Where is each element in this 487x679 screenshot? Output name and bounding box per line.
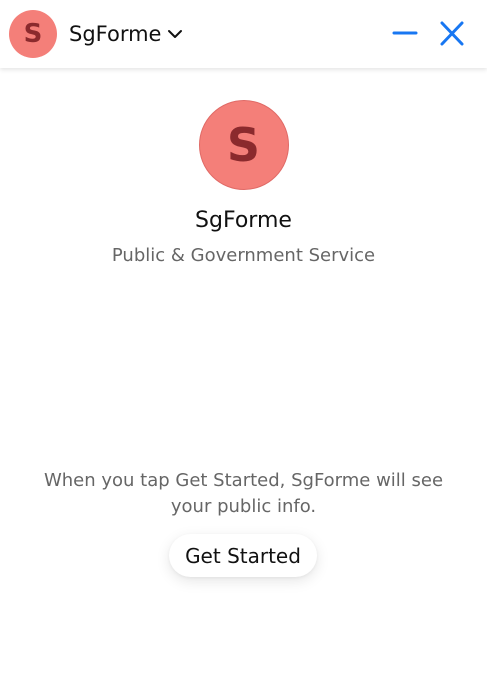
page-avatar[interactable]: S <box>9 10 57 58</box>
messenger-chat-window: S SgForme S SgForme Public & Government … <box>0 0 487 679</box>
minimize-button[interactable] <box>389 18 421 50</box>
page-title: SgForme <box>69 22 162 46</box>
page-name: SgForme <box>195 208 292 233</box>
page-category: Public & Government Service <box>111 245 376 266</box>
minus-icon <box>389 31 421 54</box>
chat-header: S SgForme <box>0 0 487 68</box>
close-button[interactable] <box>436 18 468 50</box>
get-started-button[interactable]: Get Started <box>169 534 317 577</box>
chevron-down-icon <box>167 26 183 42</box>
profile-avatar-letter: S <box>226 118 261 172</box>
avatar-letter: S <box>23 19 43 49</box>
page-profile-avatar[interactable]: S <box>198 100 289 190</box>
privacy-disclaimer: When you tap Get Started, SgForme will s… <box>43 470 444 517</box>
page-title-button[interactable]: SgForme <box>69 20 183 48</box>
close-icon <box>436 21 468 54</box>
page-profile: S SgForme Public & Government Service <box>0 100 487 268</box>
